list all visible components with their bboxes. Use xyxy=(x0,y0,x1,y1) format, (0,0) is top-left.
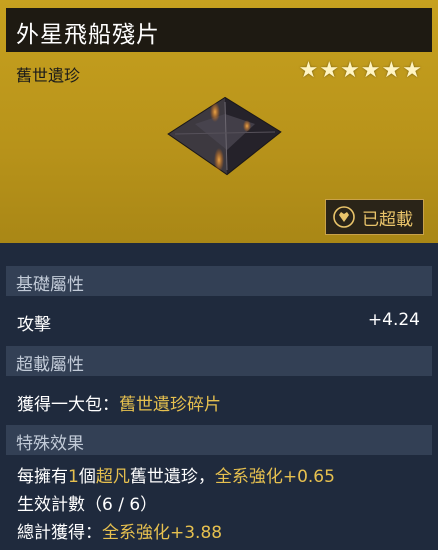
stat-value-attack: +4.24 xyxy=(367,310,420,330)
special-effect-line: 每擁有1個超凡舊世遺珍，全系強化+0.65 xyxy=(17,462,335,487)
section-title: 超載屬性 xyxy=(16,355,84,375)
effect-text: 每擁有 xyxy=(17,467,68,487)
effect-count-status: 生效計數（6 / 6） xyxy=(17,495,158,515)
effect-text: 舊世遺珍， xyxy=(129,467,215,487)
star-rating: ★ ★ ★ ★ ★ ★ xyxy=(299,58,422,84)
effect-count: 1 xyxy=(68,467,79,487)
total-gain-label: 總計獲得： xyxy=(17,523,102,543)
section-title: 基礎屬性 xyxy=(16,275,84,295)
section-header-special-effects: 特殊效果 xyxy=(6,425,432,455)
total-gain-value: 全系強化+3.88 xyxy=(102,523,223,543)
item-category: 舊世遺珍 xyxy=(16,66,81,85)
effect-bonus: 全系強化+0.65 xyxy=(214,467,335,487)
star-icon: ★ xyxy=(360,58,381,83)
overload-status-badge: 已超載 xyxy=(325,199,424,235)
item-title: 外星飛船殘片 xyxy=(16,22,160,48)
spaceship-fragment-icon xyxy=(167,96,282,176)
stat-name-attack: 攻擊 xyxy=(17,315,51,335)
total-gain-line: 總計獲得：全系強化+3.88 xyxy=(17,518,222,543)
overload-reward-item: 舊世遺珍碎片 xyxy=(119,395,221,415)
effect-rarity: 超凡 xyxy=(95,467,130,487)
item-card-header: 外星飛船殘片 舊世遺珍 ★ ★ ★ ★ ★ ★ 已超載 xyxy=(0,0,438,243)
star-icon: ★ xyxy=(381,58,402,83)
overload-reward-prefix: 獲得一大包： xyxy=(17,395,119,415)
star-icon: ★ xyxy=(319,58,340,83)
crown-gem-icon xyxy=(333,206,355,228)
star-icon: ★ xyxy=(340,58,360,83)
star-icon: ★ xyxy=(402,58,422,83)
section-title: 特殊效果 xyxy=(16,434,84,454)
section-header-overload-attributes: 超載屬性 xyxy=(6,346,432,376)
overload-label: 已超載 xyxy=(362,209,413,230)
overload-reward-line: 獲得一大包：舊世遺珍碎片 xyxy=(17,390,221,415)
effect-text: 個 xyxy=(78,467,96,487)
section-header-base-attributes: 基礎屬性 xyxy=(6,266,432,296)
star-icon: ★ xyxy=(298,58,319,83)
title-bar: 外星飛船殘片 xyxy=(6,8,432,52)
